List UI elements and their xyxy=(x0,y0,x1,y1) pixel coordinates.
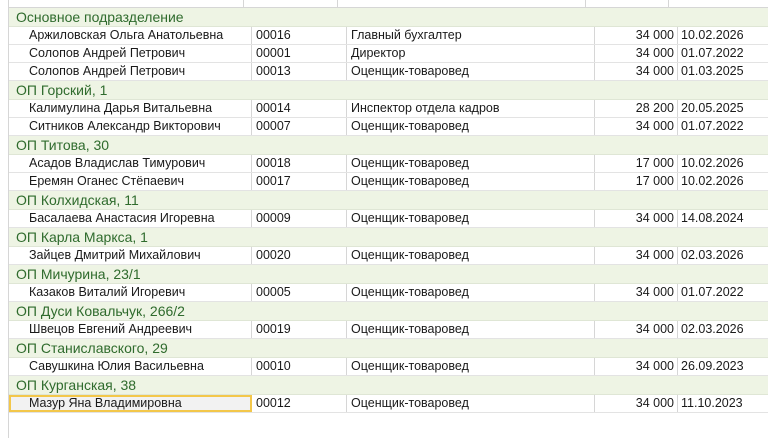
personnel-number-cell[interactable]: 00009 xyxy=(252,210,347,227)
date-cell[interactable]: 14.08.2024 xyxy=(678,210,768,227)
date-cell[interactable]: 10.02.2026 xyxy=(678,27,768,44)
position-cell[interactable]: Оценщик-товаровед xyxy=(347,284,595,301)
position-cell[interactable]: Оценщик-товаровед xyxy=(347,321,595,338)
salary-cell[interactable]: 34 000 xyxy=(595,45,678,62)
personnel-number-cell[interactable]: 00016 xyxy=(252,27,347,44)
personnel-number-cell[interactable]: 00007 xyxy=(252,118,347,135)
table-row[interactable]: Швецов Евгений Андреевич 00019 Оценщик-тов… xyxy=(9,321,768,339)
date-cell[interactable]: 02.03.2026 xyxy=(678,321,768,338)
date-cell[interactable]: 20.05.2025 xyxy=(678,100,768,117)
table-row[interactable]: Ситников Александр Викторович 00007 Оценщи… xyxy=(9,118,768,136)
group-header[interactable]: ОП Титова, 30 xyxy=(9,136,768,155)
group-header[interactable]: ОП Мичурина, 23/1 xyxy=(9,265,768,284)
employee-name-cell[interactable]: Солопов Андрей Петрович xyxy=(9,45,252,62)
personnel-number-cell[interactable]: 00010 xyxy=(252,358,347,375)
personnel-number-cell[interactable]: 00018 xyxy=(252,155,347,172)
date-cell[interactable]: 02.03.2026 xyxy=(678,247,768,264)
position-cell[interactable]: Директор xyxy=(347,45,595,62)
employee-name-cell[interactable]: Басалаева Анастасия Игоревна xyxy=(9,210,252,227)
personnel-number-cell[interactable]: 00019 xyxy=(252,321,347,338)
date-cell[interactable]: 10.02.2026 xyxy=(678,155,768,172)
group-header[interactable]: ОП Курганская, 38 xyxy=(9,376,768,395)
table-row[interactable]: Калимулина Дарья Витальевна 00014 Инспекто… xyxy=(9,100,768,118)
group-title: ОП Станиславского, 29 xyxy=(16,340,168,356)
position-cell[interactable]: Оценщик-товаровед xyxy=(347,155,595,172)
position-cell[interactable]: Оценщик-товаровед xyxy=(347,173,595,190)
group-title: ОП Горский, 1 xyxy=(16,82,108,98)
salary-cell[interactable]: 34 000 xyxy=(595,118,678,135)
employee-name-cell[interactable]: Швецов Евгений Андреевич xyxy=(9,321,252,338)
salary-cell[interactable]: 34 000 xyxy=(595,247,678,264)
date-cell[interactable]: 01.07.2022 xyxy=(678,118,768,135)
group-header[interactable]: ОП Станиславского, 29 xyxy=(9,339,768,358)
employee-name-cell[interactable]: Аржиловская Ольга Анатольевна xyxy=(9,27,252,44)
group-header[interactable]: Основное подразделение xyxy=(9,8,768,27)
date-cell[interactable]: 11.10.2023 xyxy=(678,395,768,412)
table-row[interactable]: Солопов Андрей Петрович 00001 Директор 34 0… xyxy=(9,45,768,63)
position-cell[interactable]: Инспектор отдела кадров xyxy=(347,100,595,117)
group-header[interactable]: ОП Дуси Ковальчук, 266/2 xyxy=(9,302,768,321)
table-row[interactable]: Аржиловская Ольга Анатольевна 00016 Главны… xyxy=(9,27,768,45)
salary-cell[interactable]: 34 000 xyxy=(595,321,678,338)
personnel-number-cell[interactable]: 00020 xyxy=(252,247,347,264)
group-title: ОП Титова, 30 xyxy=(16,137,110,153)
salary-cell[interactable]: 34 000 xyxy=(595,63,678,80)
personnel-number-cell[interactable]: 00017 xyxy=(252,173,347,190)
employee-name-cell[interactable]: Мазур Яна Владимировна xyxy=(9,395,252,412)
date-cell[interactable]: 01.07.2022 xyxy=(678,45,768,62)
grid-top-row xyxy=(8,0,768,8)
position-cell[interactable]: Оценщик-товаровед xyxy=(347,247,595,264)
position-cell[interactable]: Оценщик-товаровед xyxy=(347,358,595,375)
personnel-number-cell[interactable]: 00014 xyxy=(252,100,347,117)
table-row[interactable]: Савушкина Юлия Васильевна 00010 Оценщик-то… xyxy=(9,358,768,376)
table-row[interactable]: Зайцев Дмитрий Михайлович 00020 Оценщик-то… xyxy=(9,247,768,265)
salary-cell[interactable]: 34 000 xyxy=(595,395,678,412)
employee-name-cell[interactable]: Еремян Оганес Стёпаевич xyxy=(9,173,252,190)
table-row[interactable]: Асадов Владислав Тимурович 00018 Оценщик-т… xyxy=(9,155,768,173)
table-row[interactable]: Мазур Яна Владимировна 00012 Оценщик-товар… xyxy=(9,395,768,413)
employee-name-cell[interactable]: Ситников Александр Викторович xyxy=(9,118,252,135)
date-cell[interactable]: 26.09.2023 xyxy=(678,358,768,375)
salary-cell[interactable]: 34 000 xyxy=(595,210,678,227)
position-cell[interactable]: Оценщик-товаровед xyxy=(347,63,595,80)
personnel-number-cell[interactable]: 00012 xyxy=(252,395,347,412)
personnel-number-cell[interactable]: 00001 xyxy=(252,45,347,62)
table-row[interactable]: Казаков Виталий Игоревич 00005 Оценщик-тов… xyxy=(9,284,768,302)
salary-cell[interactable]: 34 000 xyxy=(595,358,678,375)
employee-name-cell[interactable]: Казаков Виталий Игоревич xyxy=(9,284,252,301)
employee-name-cell[interactable]: Солопов Андрей Петрович xyxy=(9,63,252,80)
employee-name-cell[interactable]: Калимулина Дарья Витальевна xyxy=(9,100,252,117)
table-row[interactable]: Солопов Андрей Петрович 00013 Оценщик-това… xyxy=(9,63,768,81)
group-header[interactable]: ОП Горский, 1 xyxy=(9,81,768,100)
table-row[interactable]: Басалаева Анастасия Игоревна 00009 Оценщик… xyxy=(9,210,768,228)
personnel-number-cell[interactable]: 00005 xyxy=(252,284,347,301)
salary-cell[interactable]: 28 200 xyxy=(595,100,678,117)
employee-name-cell[interactable]: Савушкина Юлия Васильевна xyxy=(9,358,252,375)
row-gutter xyxy=(0,0,9,438)
group-title: ОП Дуси Ковальчук, 266/2 xyxy=(16,303,185,319)
group-title: ОП Курганская, 38 xyxy=(16,377,137,393)
group-title: ОП Мичурина, 23/1 xyxy=(16,266,141,282)
salary-cell[interactable]: 34 000 xyxy=(595,284,678,301)
date-cell[interactable]: 01.03.2025 xyxy=(678,63,768,80)
date-cell[interactable]: 01.07.2022 xyxy=(678,284,768,301)
group-header[interactable]: ОП Карла Маркса, 1 xyxy=(9,228,768,247)
group-title: Основное подразделение xyxy=(16,9,184,25)
position-cell[interactable]: Оценщик-товаровед xyxy=(347,395,595,412)
employee-name-cell[interactable]: Асадов Владислав Тимурович xyxy=(9,155,252,172)
group-title: ОП Колхидская, 11 xyxy=(16,192,139,208)
position-cell[interactable]: Оценщик-товаровед xyxy=(347,210,595,227)
group-title: ОП Карла Маркса, 1 xyxy=(16,229,148,245)
salary-cell[interactable]: 17 000 xyxy=(595,173,678,190)
group-header[interactable]: ОП Колхидская, 11 xyxy=(9,191,768,210)
table-row[interactable]: Еремян Оганес Стёпаевич 00017 Оценщик-това… xyxy=(9,173,768,191)
employee-name-cell[interactable]: Зайцев Дмитрий Михайлович xyxy=(9,247,252,264)
personnel-number-cell[interactable]: 00013 xyxy=(252,63,347,80)
position-cell[interactable]: Главный бухгалтер xyxy=(347,27,595,44)
salary-cell[interactable]: 17 000 xyxy=(595,155,678,172)
salary-cell[interactable]: 34 000 xyxy=(595,27,678,44)
date-cell[interactable]: 10.02.2026 xyxy=(678,173,768,190)
position-cell[interactable]: Оценщик-товаровед xyxy=(347,118,595,135)
